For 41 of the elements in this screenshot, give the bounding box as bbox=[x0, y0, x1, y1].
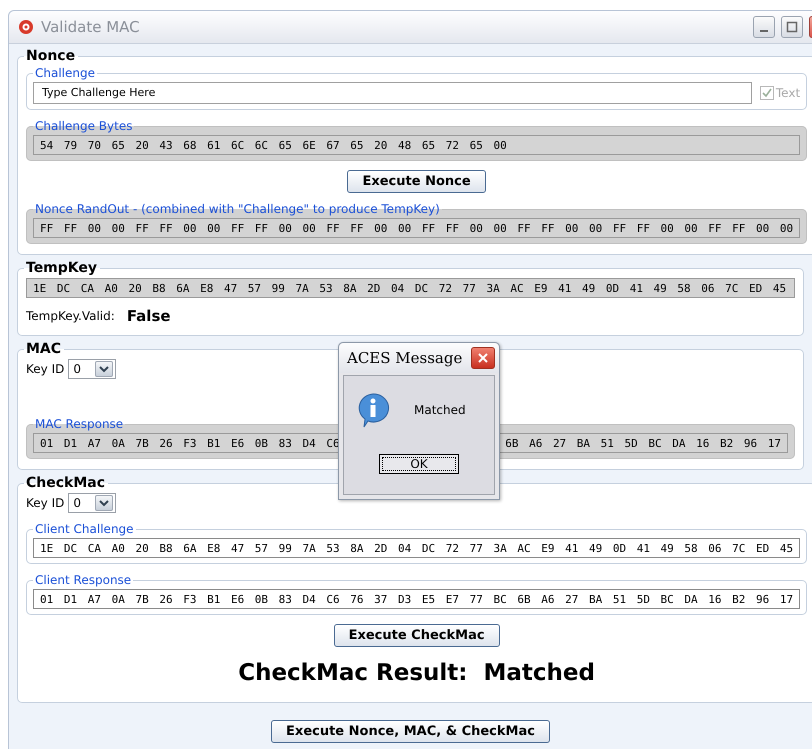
key-id-label: Key ID bbox=[26, 362, 64, 376]
key-id-dropdown[interactable]: 0 bbox=[68, 359, 116, 379]
hex-field[interactable]: 54 79 70 65 20 43 68 61 6C 6C 65 6E 67 65 20 48 65 72 65 00 bbox=[33, 135, 800, 155]
execute-all-button[interactable]: Execute Nonce, MAC, & CheckMac bbox=[271, 720, 550, 743]
hex-field[interactable]: 1E DC CA A0 20 B8 6A E8 47 57 99 7A 53 8A 2D 04 DC 72 77 3A AC E9 41 49 0D 41 49 58 06 7C ED 45 bbox=[33, 538, 800, 558]
maximize-button[interactable] bbox=[781, 16, 803, 38]
valid-value: False bbox=[126, 307, 171, 325]
app-icon bbox=[17, 19, 35, 35]
challenge-input[interactable]: Type Challenge Here bbox=[33, 82, 752, 104]
group-label: Challenge bbox=[34, 66, 96, 80]
maximize-icon bbox=[786, 21, 798, 33]
checkmark-icon bbox=[762, 88, 772, 98]
minimize-icon bbox=[760, 30, 768, 32]
hex-field[interactable]: 1E DC CA A0 20 B8 6A E8 47 57 99 7A 53 8A 2D 04 DC 72 77 3A AC E9 41 49 0D 41 49 58 06 7C ED 45 bbox=[26, 278, 795, 298]
chevron-down-icon bbox=[95, 361, 114, 377]
close-button[interactable] bbox=[471, 347, 495, 369]
info-icon bbox=[356, 392, 390, 428]
group-label: Challenge Bytes bbox=[34, 119, 134, 133]
group-title: Nonce bbox=[25, 48, 76, 64]
hex-field[interactable]: FF FF 00 00 FF FF 00 00 FF FF 00 00 FF FF 00 00 FF FF 00 00 FF FF 00 00 FF FF 00 00 FF FF 00 00 bbox=[33, 218, 800, 238]
dialog-message: Matched bbox=[414, 403, 466, 417]
group-label: Nonce RandOut - (combined with "Challenge" to produce TempKey) bbox=[34, 202, 441, 216]
group-title: MAC bbox=[25, 341, 62, 357]
valid-label: TempKey.Valid: bbox=[26, 309, 115, 323]
chevron-down-icon bbox=[95, 495, 114, 511]
execute-checkmac-button[interactable]: Execute CheckMac bbox=[334, 624, 500, 647]
window-title: Validate MAC bbox=[41, 18, 141, 36]
close-icon bbox=[477, 352, 489, 364]
result-text: CheckMac Result: Matched bbox=[237, 659, 596, 688]
group-label: Client Challenge bbox=[34, 522, 135, 536]
key-id-dropdown[interactable]: 0 bbox=[68, 493, 116, 513]
execute-nonce-button[interactable]: Execute Nonce bbox=[347, 170, 486, 193]
minimize-button[interactable] bbox=[753, 16, 775, 38]
ok-button[interactable]: OK bbox=[379, 454, 459, 474]
key-id-label: Key ID bbox=[26, 496, 64, 510]
group-label: MAC Response bbox=[34, 417, 124, 431]
dialog-title: ACES Message bbox=[347, 349, 462, 367]
group-label: Client Response bbox=[34, 573, 132, 587]
group-title: CheckMac bbox=[25, 475, 106, 491]
group-title: TempKey bbox=[25, 260, 98, 276]
hex-field[interactable]: 01 D1 A7 0A 7B 26 F3 B1 E6 0B 83 D4 C6 76 37 D3 E5 E7 77 BC 6B A6 27 BA 51 5D BC DA 16 B2 96 17 bbox=[33, 589, 800, 609]
